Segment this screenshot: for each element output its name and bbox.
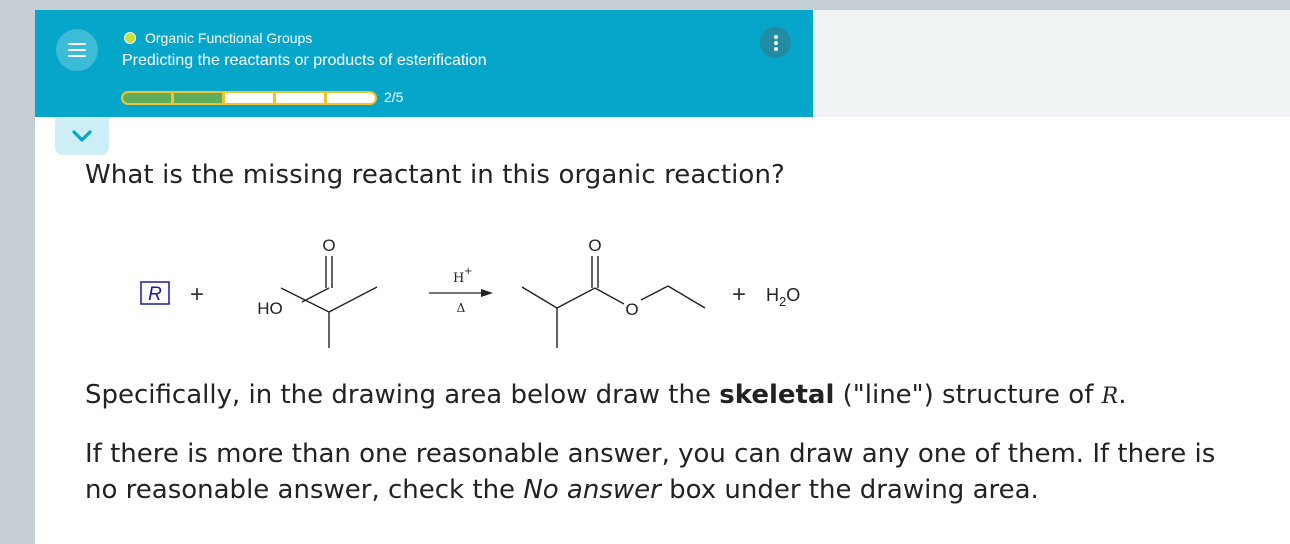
progress-segment [174,93,222,103]
header-right-band [813,10,1290,117]
reaction-scheme: R + HO O H + Δ O O + H2O [140,236,800,348]
page: Organic Functional Groups Predicting the… [35,10,1290,544]
unknown-reactant-label: R [148,284,162,305]
progress-segment [225,93,273,103]
hydroxyl-label: HO [257,299,283,318]
instruction-period: . [1118,380,1127,410]
collapse-header-button[interactable] [55,117,109,155]
no-answer-emphasis: No answer [523,475,661,505]
topic-row: Organic Functional Groups [124,30,312,46]
progress-segment [327,93,375,103]
more-options-button[interactable] [760,27,791,58]
hamburger-icon [68,43,86,45]
topic-label: Organic Functional Groups [145,30,313,46]
instruction-paragraph-1: Specifically, in the drawing area below … [85,380,1265,410]
water-formula: H2O [766,285,800,309]
ester-oxygen-label: O [625,300,638,319]
instruction-text: ("line") structure of [834,380,1102,410]
progress-bar [121,91,377,105]
water-subscript: 2 [779,294,786,309]
instruction-text: Specifically, in the drawing area below … [85,380,720,410]
catalyst-charge: + [464,266,472,277]
reactant-molecule [280,256,378,348]
instruction-text: box under the drawing area. [660,475,1039,505]
topic-status-dot [124,32,136,44]
heat-symbol: Δ [457,301,466,315]
arrow-head [481,289,493,297]
page-title: Predicting the reactants or products of … [122,52,487,69]
instruction-paragraph-2: If there is more than one reasonable ans… [85,436,1235,508]
carbonyl-oxygen-label: O [322,236,335,255]
kebab-menu-icon [774,35,778,39]
water-h: H [766,285,779,305]
progress-count: 2/5 [384,89,404,105]
unknown-variable: R [1101,384,1119,409]
chevron-down-icon [72,130,92,142]
product-carbonyl-oxygen: O [588,236,601,255]
skeletal-emphasis: skeletal [719,380,835,410]
product-molecule [521,256,706,348]
plus-sign-2: + [732,281,746,308]
menu-button[interactable] [56,29,98,71]
progress-segment [276,93,324,103]
catalyst-label: H [453,271,464,286]
progress-segment [123,93,171,103]
topic-header: Organic Functional Groups Predicting the… [35,10,813,117]
question-text: What is the missing reactant in this org… [85,160,785,190]
water-o: O [786,285,800,305]
plus-sign: + [190,281,204,308]
